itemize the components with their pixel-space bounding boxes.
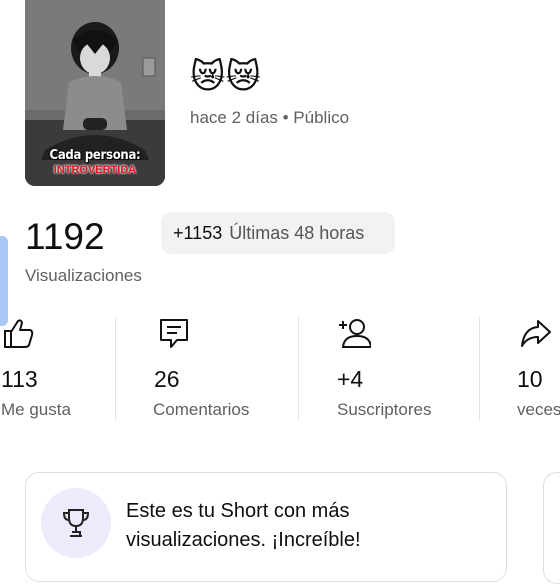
stat-shares-label: veces	[517, 400, 560, 419]
video-title-emojis: 😿😿	[190, 58, 261, 96]
views-label: Visualizaciones	[25, 266, 142, 285]
side-accent-tab[interactable]	[0, 236, 8, 326]
next-card[interactable]	[543, 472, 560, 584]
share-icon	[521, 320, 551, 347]
views-delta-chip: +1153 Últimas 48 horas	[161, 212, 395, 254]
trophy-icon	[62, 509, 90, 537]
thumbnail-caption-line2: INTROVERTIDA	[53, 164, 137, 176]
trophy-badge	[41, 488, 111, 558]
stat-divider	[298, 317, 299, 421]
views-count: 1192	[25, 216, 105, 257]
stat-likes-label: Me gusta	[1, 400, 71, 419]
top-short-line1: Este es tu Short con más	[126, 500, 350, 522]
stat-comments-value: 26	[154, 366, 180, 392]
video-thumbnail[interactable]: Cada persona: INTROVERTIDA	[25, 0, 165, 186]
top-short-card[interactable]: Este es tu Short con más visualizaciones…	[25, 472, 507, 582]
stat-subscribers-value: +4	[337, 366, 364, 392]
stat-divider	[115, 317, 116, 421]
stat-divider	[479, 317, 480, 421]
stat-shares-value: 10	[517, 366, 543, 392]
stat-subscribers-label: Suscriptores	[337, 400, 432, 419]
stat-likes-value: 113	[1, 366, 38, 392]
views-delta-value: +1153	[173, 222, 223, 243]
views-delta-label: Últimas 48 horas	[229, 222, 365, 243]
comment-icon	[160, 319, 188, 348]
top-short-message: Este es tu Short con más visualizaciones…	[126, 497, 361, 555]
video-meta: hace 2 días • Público	[190, 108, 350, 127]
thumbnail-caption-line1: Cada persona:	[49, 148, 141, 163]
add-person-icon	[339, 319, 371, 348]
thumbs-up-icon	[4, 319, 34, 348]
top-short-line2: visualizaciones. ¡Increíble!	[126, 529, 361, 551]
stat-comments-label: Comentarios	[153, 400, 250, 419]
